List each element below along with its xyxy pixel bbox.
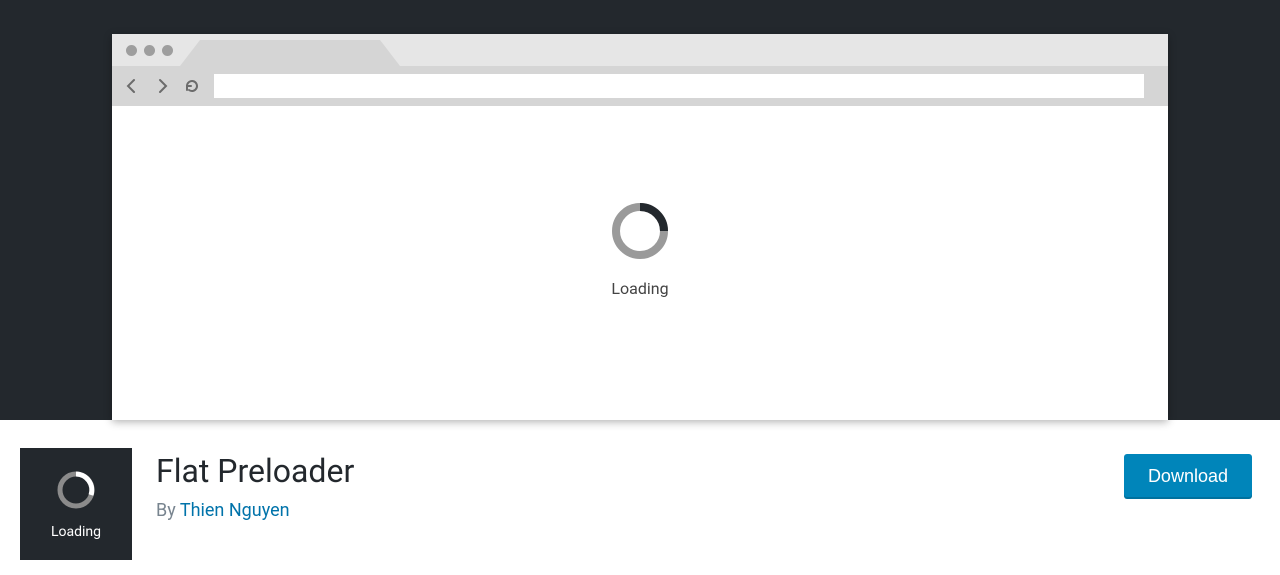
browser-content: Loading [112,106,1168,420]
plugin-header: Loading Flat Preloader By Thien Nguyen D… [0,420,1280,560]
back-icon [124,78,140,94]
browser-tabbar [112,34,1168,66]
plugin-title: Flat Preloader [156,452,1260,490]
forward-icon [154,78,170,94]
plugin-icon-spinner-icon [54,468,98,516]
plugin-byline: By Thien Nguyen [156,500,1260,521]
browser-mockup: Loading [112,34,1168,420]
plugin-author-link[interactable]: Thien Nguyen [180,500,290,521]
plugin-icon-text: Loading [51,524,101,540]
browser-tab [200,40,380,66]
reload-icon [184,78,200,94]
download-button[interactable]: Download [1124,454,1252,499]
loading-text: Loading [611,279,668,298]
loading-spinner-icon [608,199,672,267]
traffic-light-dot [144,45,155,56]
plugin-banner: Loading [0,0,1280,420]
traffic-light-dot [162,45,173,56]
traffic-light-dot [126,45,137,56]
byline-prefix: By [156,500,180,521]
address-bar [214,74,1144,98]
plugin-icon: Loading [20,448,132,560]
browser-toolbar [112,66,1168,106]
plugin-meta: Flat Preloader By Thien Nguyen [156,448,1260,521]
